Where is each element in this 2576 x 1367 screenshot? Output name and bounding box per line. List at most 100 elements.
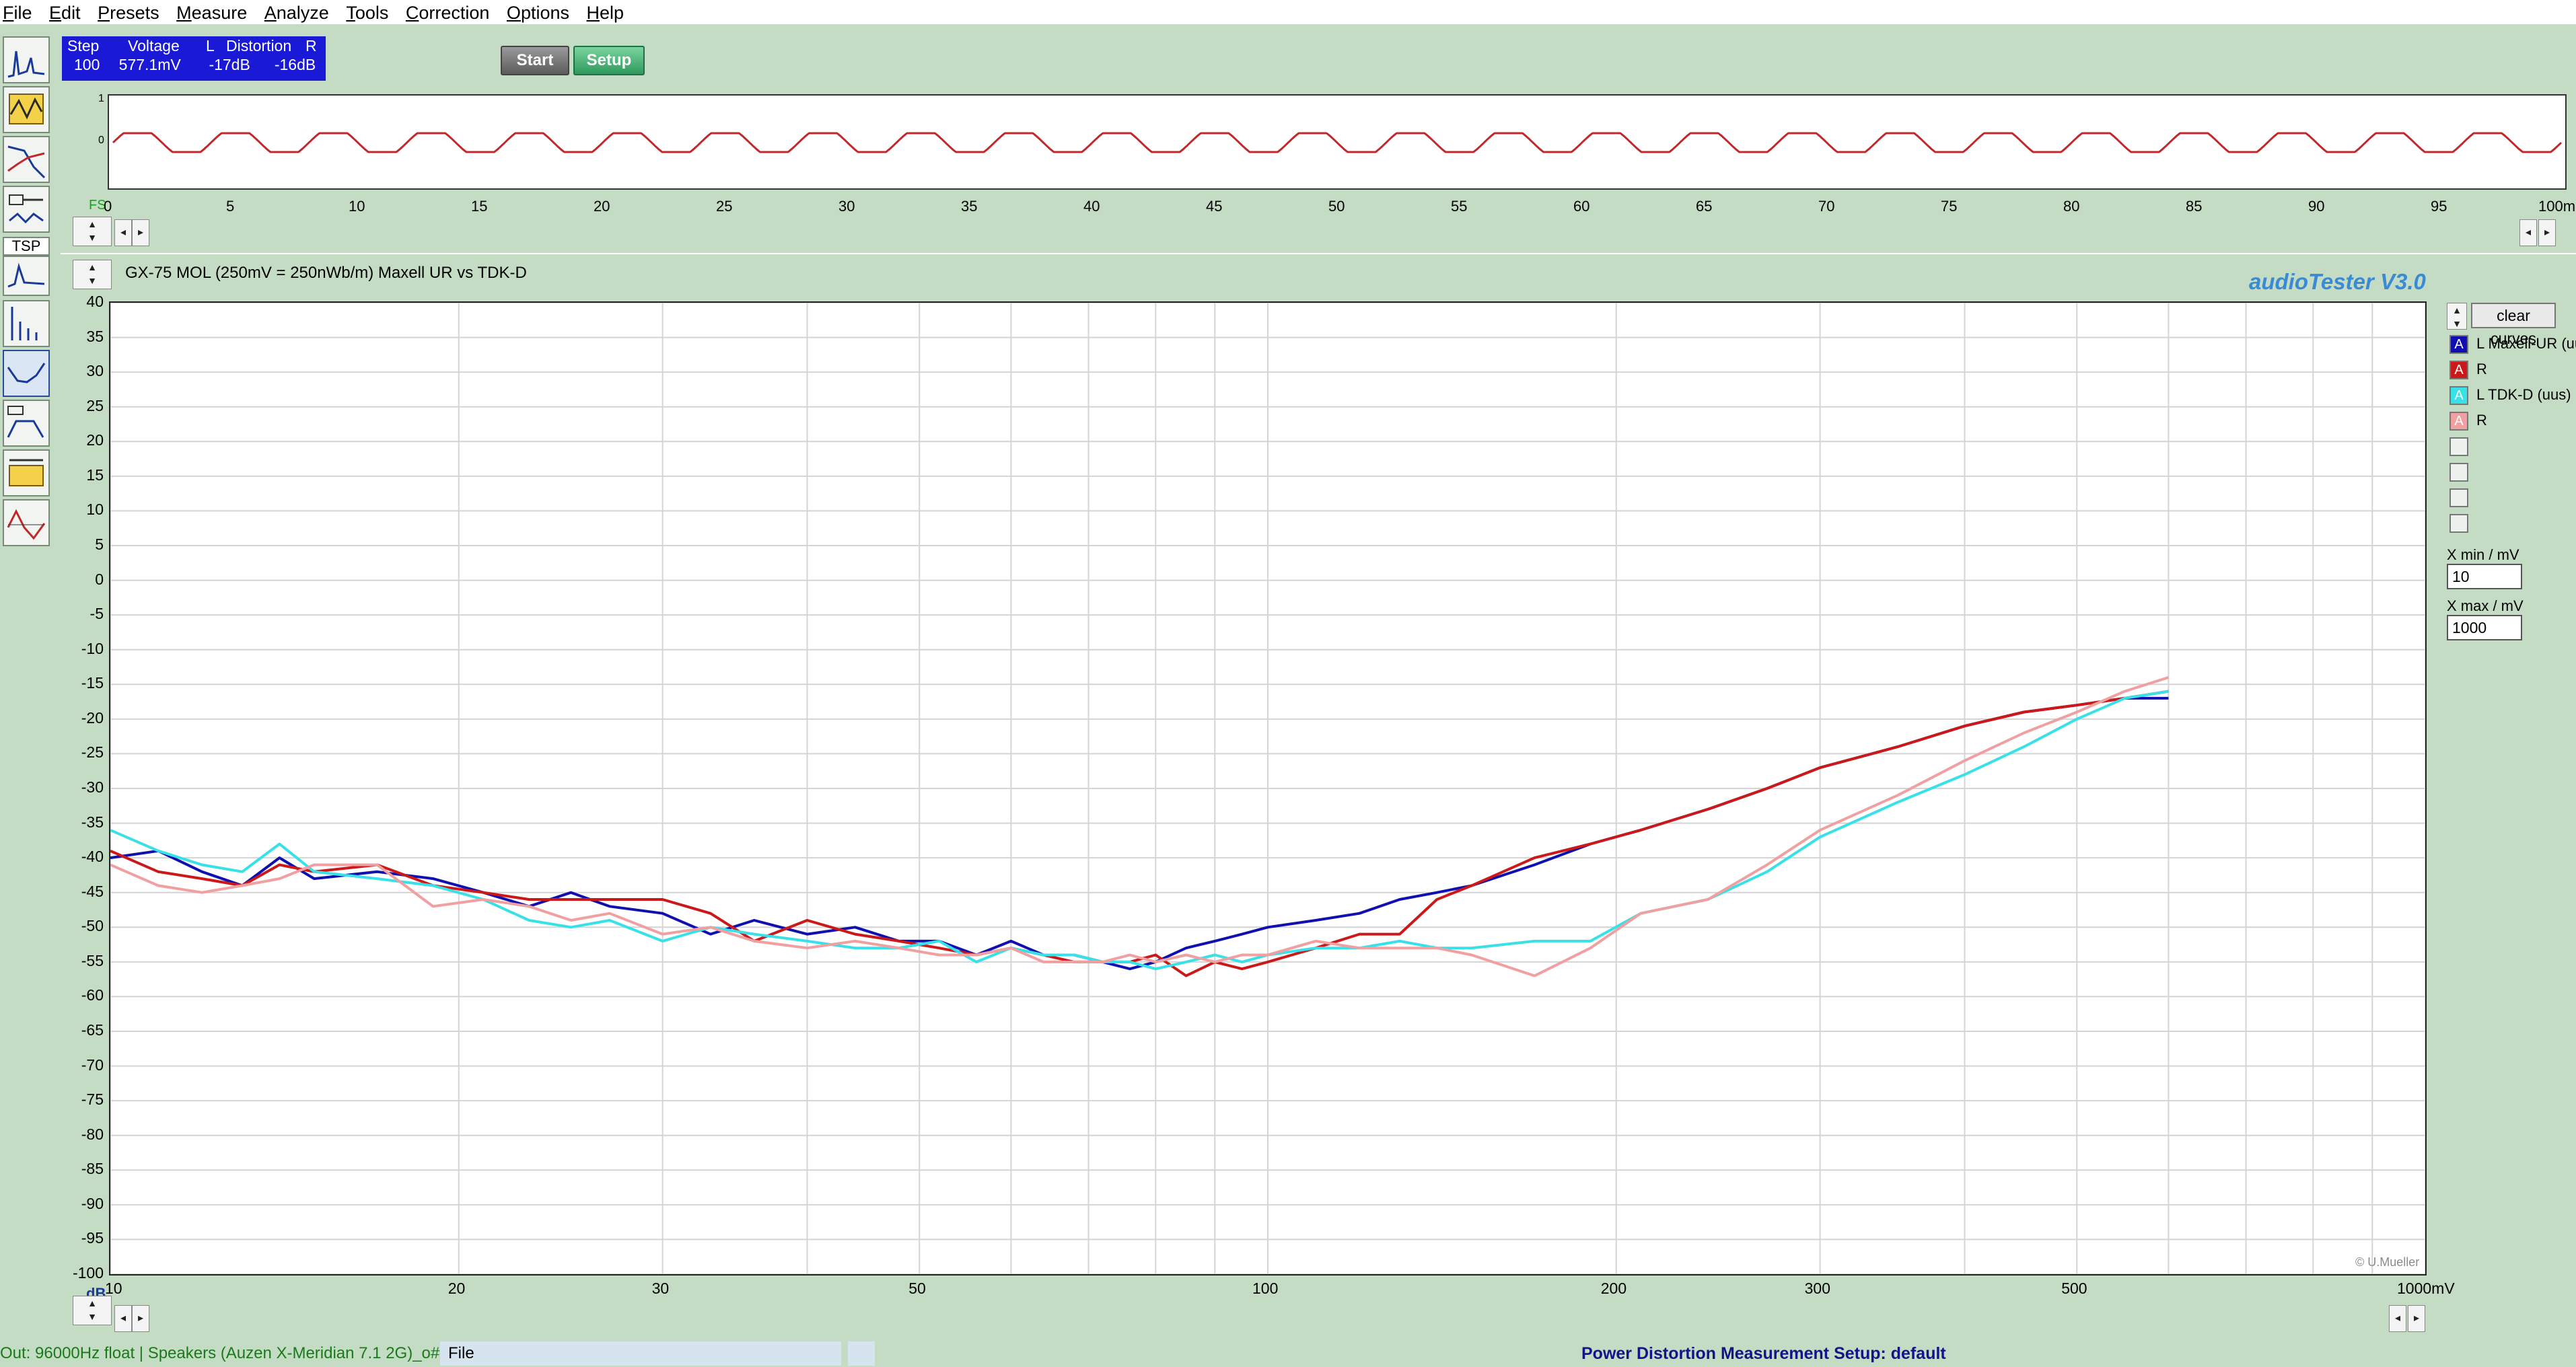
brand-label: audioTester V3.0 (2249, 269, 2426, 294)
graph-end-left[interactable]: ◂ (2389, 1305, 2406, 1332)
distortion-tool[interactable] (3, 300, 50, 347)
y-tick-label: -100 (72, 1264, 104, 1282)
measurement-readout: Step Voltage L Distortion R 100 577.1mV … (62, 36, 326, 81)
y-tick-label: -60 (81, 986, 104, 1004)
menu-measure[interactable]: Measure (176, 0, 256, 24)
start-button[interactable]: Start (501, 46, 569, 75)
y-tick-label: 10 (86, 501, 104, 519)
chart-plot (110, 302, 2426, 1275)
tsp-label[interactable]: TSP (3, 237, 50, 256)
series-line-3 (110, 676, 2170, 977)
legend-box-empty-2[interactable] (2449, 463, 2468, 482)
y-tick-label: -5 (90, 605, 104, 623)
legend-box-r-tdk[interactable]: A (2449, 412, 2468, 431)
waveform-scroll-right[interactable]: ▸ (132, 219, 149, 246)
y-tick-label: -15 (81, 674, 104, 692)
menu-correction[interactable]: Correction (406, 0, 499, 24)
readout-header-distortion: Distortion (226, 37, 292, 54)
y-tick-label: 30 (86, 362, 104, 380)
y-tick-label: -10 (81, 639, 104, 657)
legend-label-r-maxell: R (2476, 361, 2487, 377)
y-tick-label: -20 (81, 708, 104, 727)
waveform-x-tick: 0 (104, 198, 112, 215)
graph-y-spinner[interactable]: ▲ ▼ (73, 260, 112, 289)
recorder-icon (9, 459, 44, 486)
xmin-input[interactable]: 10 (2447, 564, 2522, 589)
readout-right-distortion: -16dB (274, 56, 316, 73)
clear-curves-button[interactable]: clear curves (2471, 303, 2556, 347)
oscilloscope-tool[interactable] (3, 86, 50, 133)
y-tick-label: -45 (81, 882, 104, 900)
y-tick-label: -50 (81, 917, 104, 935)
legend-box-empty-1[interactable] (2449, 437, 2468, 456)
waveform-end-right[interactable]: ▸ (2538, 219, 2556, 246)
waveform-x-tick: 10 (349, 198, 365, 215)
x-tick-label: 10 (105, 1280, 122, 1297)
x-tick-label: 30 (651, 1280, 670, 1297)
generator-icon (9, 194, 44, 224)
waveform-x-tick: 95 (2431, 198, 2447, 215)
menu-analyze[interactable]: Analyze (264, 0, 338, 24)
graph-scroll-left[interactable]: ◂ (114, 1305, 132, 1332)
graph-end-right[interactable]: ▸ (2408, 1305, 2425, 1332)
status-spacer (848, 1341, 875, 1366)
y-tick-label: 25 (86, 396, 104, 414)
waveform-zoom-spinner[interactable]: ▲ ▼ (73, 217, 112, 246)
readout-header-voltage: Voltage (128, 37, 180, 54)
graph-scroll-right[interactable]: ▸ (132, 1305, 149, 1332)
waveform-x-tick: 50 (1328, 198, 1345, 215)
menu-tools[interactable]: Tools (346, 0, 398, 24)
xmax-input[interactable]: 1000 (2447, 615, 2522, 640)
legend-box-empty-3[interactable] (2449, 488, 2468, 507)
menu-edit[interactable]: Edit (49, 0, 90, 24)
waveform-plot (112, 132, 2563, 153)
tsp-tool[interactable] (3, 256, 50, 296)
menu-presets[interactable]: Presets (98, 0, 169, 24)
series-line-0 (110, 696, 2169, 971)
waveform-x-tick: 30 (838, 198, 855, 215)
y-tick-label: -85 (81, 1160, 104, 1178)
legend-box-l-tdk[interactable]: A (2449, 386, 2468, 405)
y-tick-label: -55 (81, 951, 104, 969)
waveform-x-tick: 80 (2063, 198, 2080, 215)
divider (61, 253, 2576, 254)
legend-box-l-maxell[interactable]: A (2449, 335, 2468, 354)
waveform-end-left[interactable]: ◂ (2519, 219, 2537, 246)
legend-label-r-tdk: R (2476, 412, 2487, 429)
step-response-tool[interactable] (3, 499, 50, 546)
left-toolbar: TSP (0, 32, 54, 557)
waveform-scroll-left[interactable]: ◂ (114, 219, 132, 246)
menu-bar: File Edit Presets Measure Analyze Tools … (0, 0, 2576, 24)
legend-spinner[interactable]: ▲ ▼ (2447, 303, 2467, 330)
setup-button[interactable]: Setup (573, 46, 645, 75)
x-tick-label: 200 (1600, 1280, 1627, 1297)
legend-label-l-tdk: L TDK-D (uus) (2476, 386, 2571, 403)
menu-help[interactable]: Help (587, 0, 634, 24)
harmonics-icon (11, 307, 38, 340)
x-tick-label: 50 (908, 1280, 926, 1297)
y-tick-label: -40 (81, 848, 104, 866)
readout-voltage: 577.1mV (118, 56, 181, 73)
y-tick-label: 35 (86, 327, 104, 345)
graph-x-spinner[interactable]: ▲ ▼ (73, 1296, 112, 1325)
graph-title: GX-75 MOL (250mV = 250nWb/m) Maxell UR v… (125, 264, 527, 282)
power-distortion-tool[interactable] (3, 350, 50, 397)
legend-box-r-maxell[interactable]: A (2449, 361, 2468, 379)
distortion-curve-icon (7, 363, 46, 383)
frequency-response-tool[interactable] (3, 136, 50, 183)
menu-options[interactable]: Options (507, 0, 579, 24)
spectrum-analyzer-tool[interactable] (3, 36, 50, 83)
waveform-x-tick: 45 (1206, 198, 1223, 215)
legend-box-empty-4[interactable] (2449, 514, 2468, 533)
menu-file[interactable]: File (3, 0, 42, 24)
x-tick-label: 500 (2061, 1280, 2087, 1297)
filter-tool[interactable] (3, 400, 50, 447)
readout-left-distortion: -17dB (209, 56, 250, 73)
y-tick-label: 5 (95, 535, 104, 553)
recorder-tool[interactable] (3, 449, 50, 496)
x-tick-label: 100 (1252, 1280, 1279, 1297)
waveform-y-top: 1 (98, 93, 104, 104)
waveform-x-tick: 85 (2186, 198, 2203, 215)
y-tick-label: -75 (81, 1091, 104, 1109)
signal-generator-tool[interactable] (3, 186, 50, 233)
